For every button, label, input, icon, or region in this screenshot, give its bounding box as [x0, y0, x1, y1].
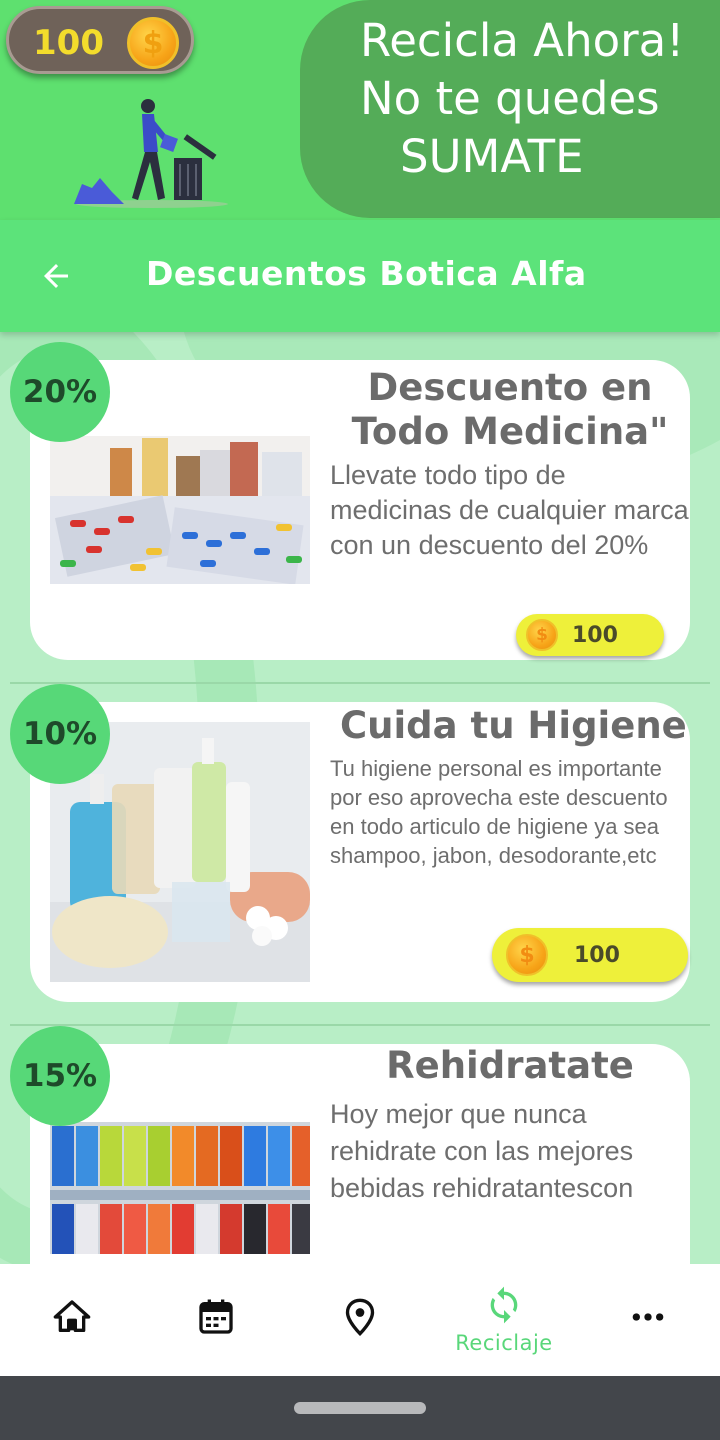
slogan-line-1: Recicla Ahora! [360, 14, 685, 67]
back-button[interactable] [30, 250, 82, 302]
price-value: 100 [574, 942, 620, 968]
dollar-coin-icon: $ [127, 17, 179, 69]
divider [10, 682, 710, 684]
offer-description: Hoy mejor que nunca rehidrate con las me… [330, 1099, 634, 1203]
discount-badge: 20% [10, 342, 110, 442]
slogan-line-2: No te quedes [360, 72, 660, 125]
redeem-price-button[interactable]: $ 100 [516, 614, 664, 656]
coin-balance[interactable]: 100 $ [6, 6, 194, 74]
price-value: 100 [572, 622, 618, 648]
offer-card-rehydrate[interactable]: Rehidratate Hoy mejor que nunca rehidrat… [30, 1044, 690, 1264]
offer-card-medicine[interactable]: Descuento en Todo Medicina" Llevate todo… [30, 360, 690, 660]
recycling-person-illustration [74, 99, 228, 208]
location-pin-icon [345, 1298, 375, 1337]
slogan-box: Recicla Ahora! No te quedes SUMATE [300, 0, 720, 218]
redeem-price-button[interactable]: $ 100 [492, 928, 688, 982]
recycle-icon [490, 1286, 518, 1324]
nav-reciclaje[interactable]: Reciclaje [432, 1264, 576, 1376]
nav-label-reciclaje: Reciclaje [455, 1331, 553, 1355]
page-title: Descuentos Botica Alfa [146, 254, 587, 293]
offer-description: Llevate todo tipo de medicinas de cualqu… [330, 460, 689, 560]
nav-more[interactable] [576, 1264, 720, 1376]
offer-title: Rehidratate [330, 1044, 690, 1088]
home-icon [53, 1300, 91, 1332]
nav-home[interactable] [0, 1264, 144, 1376]
bottom-navigation: Reciclaje [0, 1264, 720, 1376]
dollar-coin-icon: $ [506, 934, 548, 976]
offer-title: Descuento en Todo Medicina" [330, 366, 690, 455]
sports-drinks-photo [50, 1122, 310, 1254]
app-bar: Descuentos Botica Alfa [0, 220, 720, 332]
offer-title-line: Cuida tu Higiene [340, 704, 687, 747]
discount-badge: 15% [10, 1026, 110, 1126]
offer-title-line: Rehidratate [386, 1044, 634, 1087]
system-navigation-bar [0, 1376, 720, 1440]
offer-card-hygiene[interactable]: Cuida tu Higiene Tu higiene personal es … [30, 702, 690, 1002]
dollar-coin-icon: $ [526, 619, 558, 651]
slogan-line-3: SUMATE [400, 130, 584, 183]
top-banner: 100 $ Recicla Ahora! No te quedes SUMATE [0, 0, 720, 220]
offer-description: Tu higiene personal es importante por es… [330, 756, 668, 868]
calendar-icon [199, 1299, 233, 1334]
more-icon [632, 1313, 664, 1321]
medicine-pills-photo [50, 436, 310, 584]
offer-title: Cuida tu Higiene [340, 704, 687, 748]
offer-title-line: Todo Medicina" [351, 410, 669, 454]
discount-badge: 10% [10, 684, 110, 784]
nav-calendar[interactable] [144, 1264, 288, 1376]
divider [10, 1024, 710, 1026]
coin-balance-value: 100 [33, 23, 104, 63]
home-gesture-handle[interactable] [294, 1402, 426, 1414]
nav-location[interactable] [288, 1264, 432, 1376]
offer-title-line: Descuento en [367, 366, 653, 409]
arrow-left-icon [44, 264, 68, 288]
offer-list[interactable]: 20% Descuento en Todo Medicina" Llevate … [0, 332, 720, 1264]
